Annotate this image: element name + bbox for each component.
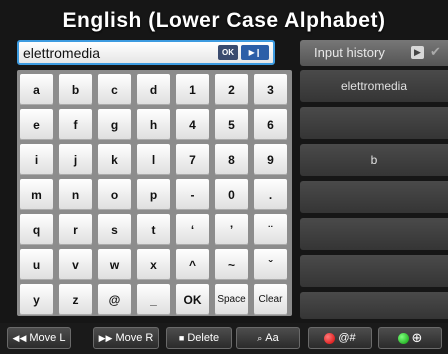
input-value: elettromedia xyxy=(23,45,101,61)
text-input-field[interactable]: elettromedia OK ▶❙ xyxy=(17,40,275,65)
key-5-0[interactable]: u xyxy=(20,249,53,280)
play-icon[interactable]: ▶ xyxy=(411,46,424,59)
check-icon: ✔ xyxy=(430,44,441,59)
key-4-4[interactable]: ‘ xyxy=(176,214,209,245)
ok-icon[interactable]: OK xyxy=(218,45,238,60)
key-2-6[interactable]: 9 xyxy=(254,144,287,175)
input-history-label: Input history xyxy=(314,45,385,60)
play-pause-icon[interactable]: ▶❙ xyxy=(241,45,269,60)
key-2-1[interactable]: j xyxy=(59,144,92,175)
history-item[interactable]: elettromedia xyxy=(300,70,448,102)
history-item[interactable] xyxy=(300,107,448,139)
case-toggle-button[interactable]: ⌕ Aa xyxy=(236,327,300,349)
symbols-button[interactable]: @# xyxy=(308,327,372,349)
key-0-2[interactable]: c xyxy=(98,74,131,105)
rewind-icon: ◀◀ xyxy=(12,332,27,343)
search-icon: ⌕ xyxy=(257,332,263,343)
key-3-5[interactable]: 0 xyxy=(215,179,248,210)
key-3-0[interactable]: m xyxy=(20,179,53,210)
key-2-0[interactable]: i xyxy=(20,144,53,175)
key-0-5[interactable]: 2 xyxy=(215,74,248,105)
key-0-4[interactable]: 1 xyxy=(176,74,209,105)
key-5-4[interactable]: ^ xyxy=(176,249,209,280)
symbols-label: @# xyxy=(338,332,356,344)
bottom-function-bar: ◀◀ Move L ▶▶ Move R ■ Delete ⌕ Aa @# ⊕ xyxy=(0,323,448,354)
delete-button[interactable]: ■ Delete xyxy=(166,327,232,349)
key-2-4[interactable]: 7 xyxy=(176,144,209,175)
key-1-3[interactable]: h xyxy=(137,109,170,140)
key-6-0[interactable]: y xyxy=(20,284,53,315)
key-4-0[interactable]: q xyxy=(20,214,53,245)
key-2-5[interactable]: 8 xyxy=(215,144,248,175)
key-4-6[interactable]: ¨ xyxy=(254,214,287,245)
screen-title: English (Lower Case Alphabet) xyxy=(62,9,386,32)
key-1-0[interactable]: e xyxy=(20,109,53,140)
red-button-icon xyxy=(324,332,336,344)
key-5-6[interactable]: ˇ xyxy=(254,249,287,280)
input-history-list: elettromedia b xyxy=(300,70,448,324)
key-3-6[interactable]: . xyxy=(254,179,287,210)
key-6-3[interactable]: _ xyxy=(137,284,170,315)
key-5-1[interactable]: v xyxy=(59,249,92,280)
key-0-1[interactable]: b xyxy=(59,74,92,105)
fast-forward-icon: ▶▶ xyxy=(98,332,113,343)
key-5-2[interactable]: w xyxy=(98,249,131,280)
history-item[interactable] xyxy=(300,181,448,213)
green-button-icon xyxy=(397,332,409,344)
on-screen-keyboard: a b c d 1 2 3 e f g h 4 5 6 i j k l 7 8 9 m n o p -0. q r s t ‘’ ¨ u v w x ^… xyxy=(17,70,292,316)
key-6-5[interactable]: Space xyxy=(215,284,248,315)
globe-icon: ⊕ xyxy=(411,330,423,345)
key-3-1[interactable]: n xyxy=(59,179,92,210)
key-4-5[interactable]: ’ xyxy=(215,214,248,245)
language-button[interactable]: ⊕ xyxy=(378,327,442,349)
key-1-4[interactable]: 4 xyxy=(176,109,209,140)
history-item[interactable] xyxy=(300,255,448,287)
key-4-3[interactable]: t xyxy=(137,214,170,245)
key-6-1[interactable]: z xyxy=(59,284,92,315)
key-4-1[interactable]: r xyxy=(59,214,92,245)
key-2-3[interactable]: l xyxy=(137,144,170,175)
key-3-2[interactable]: o xyxy=(98,179,131,210)
move-left-label: Move L xyxy=(29,332,66,344)
key-2-2[interactable]: k xyxy=(98,144,131,175)
history-item[interactable]: b xyxy=(300,144,448,176)
key-5-3[interactable]: x xyxy=(137,249,170,280)
delete-label: Delete xyxy=(187,332,220,344)
case-toggle-label: Aa xyxy=(265,332,279,344)
key-0-0[interactable]: a xyxy=(20,74,53,105)
stop-icon: ■ xyxy=(178,333,185,343)
key-1-6[interactable]: 6 xyxy=(254,109,287,140)
key-1-2[interactable]: g xyxy=(98,109,131,140)
key-1-1[interactable]: f xyxy=(59,109,92,140)
move-left-button[interactable]: ◀◀ Move L xyxy=(7,327,71,349)
key-1-5[interactable]: 5 xyxy=(215,109,248,140)
move-right-button[interactable]: ▶▶ Move R xyxy=(93,327,159,349)
move-right-label: Move R xyxy=(115,332,154,344)
key-0-6[interactable]: 3 xyxy=(254,74,287,105)
key-6-6[interactable]: Clear xyxy=(254,284,287,315)
key-5-5[interactable]: ~ xyxy=(215,249,248,280)
key-0-3[interactable]: d xyxy=(137,74,170,105)
input-history-header[interactable]: Input history ▶ ✔ xyxy=(300,40,448,66)
key-6-2[interactable]: @ xyxy=(98,284,131,315)
key-3-4[interactable]: - xyxy=(176,179,209,210)
key-6-4[interactable]: OK xyxy=(176,284,209,315)
key-4-2[interactable]: s xyxy=(98,214,131,245)
key-3-3[interactable]: p xyxy=(137,179,170,210)
history-item[interactable] xyxy=(300,292,448,319)
history-item[interactable] xyxy=(300,218,448,250)
